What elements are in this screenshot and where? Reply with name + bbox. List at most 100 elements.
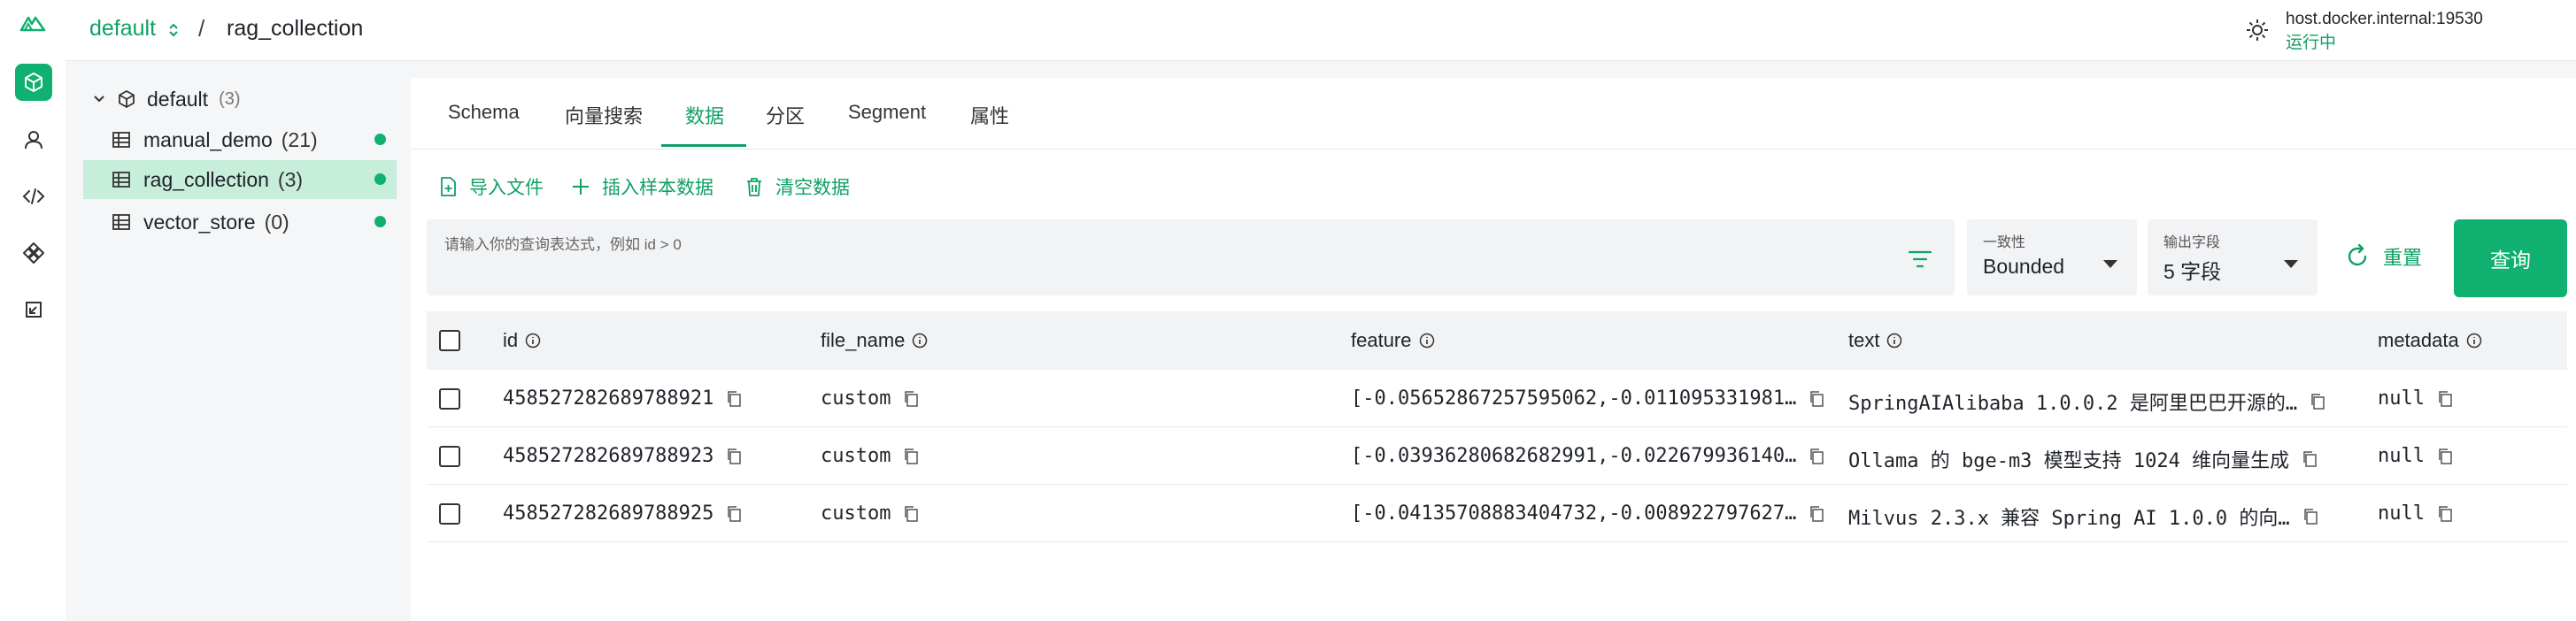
caret-down-icon xyxy=(2284,260,2298,268)
copy-icon[interactable] xyxy=(2437,390,2453,408)
column-title: metadata xyxy=(2378,329,2459,351)
consistency-value: Bounded xyxy=(1983,255,2065,278)
tree-item-label: manual_demo xyxy=(143,127,273,151)
cell-value: 458527282689788921 xyxy=(503,387,714,410)
tree-item-label: rag_collection xyxy=(143,167,269,191)
tab-data[interactable]: 数据 xyxy=(685,101,724,129)
output-fields-label: 输出字段 xyxy=(2163,235,2221,250)
nav-users[interactable] xyxy=(15,121,52,158)
column-title: text xyxy=(1848,329,1880,351)
loaded-status-dot xyxy=(374,134,386,145)
cell-text: Milvus 2.3.x 兼容 Spring AI 1.0.0 的向… xyxy=(1848,502,2318,531)
column-header-text[interactable]: text xyxy=(1848,329,1902,352)
column-header-feature[interactable]: feature xyxy=(1351,329,1435,352)
table-row[interactable]: 458527282689788921 custom [-0.0565286725… xyxy=(427,370,2567,427)
table-row[interactable]: 458527282689788923 custom [-0.0393628068… xyxy=(427,427,2567,485)
tree-root-label: default xyxy=(147,87,209,111)
chevron-down-icon[interactable] xyxy=(92,92,106,106)
copy-icon[interactable] xyxy=(903,505,919,523)
theme-toggle-icon[interactable] xyxy=(2245,18,2270,42)
copy-icon[interactable] xyxy=(2310,393,2325,410)
tree-item-manual-demo[interactable]: manual_demo (21) xyxy=(83,120,397,159)
copy-icon[interactable] xyxy=(903,390,919,408)
cell-text: Ollama 的 bge-m3 模型支持 1024 维向量生成 xyxy=(1848,445,2318,473)
cell-value: SpringAIAlibaba 1.0.0.2 是阿里巴巴开源的… xyxy=(1848,393,2298,415)
copy-icon[interactable] xyxy=(1809,505,1824,523)
table-icon xyxy=(112,172,130,188)
tab-schema[interactable]: Schema xyxy=(448,101,520,124)
cell-metadata: null xyxy=(2378,502,2453,525)
copy-icon[interactable] xyxy=(726,505,742,523)
copy-icon[interactable] xyxy=(2302,508,2318,525)
column-header-metadata[interactable]: metadata xyxy=(2378,329,2482,352)
copy-icon[interactable] xyxy=(2302,450,2318,468)
connection-status: 运行中 xyxy=(2286,34,2337,52)
column-header-id[interactable]: id xyxy=(503,329,541,352)
tab-vector-search[interactable]: 向量搜索 xyxy=(565,101,643,129)
cell-metadata: null xyxy=(2378,445,2453,467)
cell-feature: [-0.05652867257595062,-0.011095331981… xyxy=(1351,387,1824,410)
row-checkbox[interactable] xyxy=(439,446,460,467)
column-header-file-name[interactable]: file_name xyxy=(821,329,928,352)
trash-icon xyxy=(747,178,761,196)
reset-button[interactable]: 重置 xyxy=(2344,242,2422,271)
tab-properties[interactable]: 属性 xyxy=(970,101,1009,129)
nav-collections[interactable] xyxy=(15,64,52,101)
insert-sample-label: 插入样本数据 xyxy=(602,178,713,198)
copy-icon[interactable] xyxy=(726,448,742,465)
refresh-icon xyxy=(2348,243,2367,266)
nav-components[interactable] xyxy=(15,234,52,272)
code-icon xyxy=(22,188,45,204)
nav-import[interactable] xyxy=(15,291,52,328)
cell-value: custom xyxy=(821,445,891,467)
insert-sample-button[interactable]: 插入样本数据 xyxy=(570,173,713,200)
chevron-updown-icon[interactable] xyxy=(167,21,180,39)
cell-value: null xyxy=(2378,502,2425,525)
filter-icon[interactable] xyxy=(1907,248,1933,271)
top-bar: default / rag_collection host.docker.int… xyxy=(66,0,2576,61)
column-title: id xyxy=(503,329,519,351)
table-header: id file_name feature text metadata xyxy=(427,311,2567,370)
cell-value: [-0.03936280682682991,-0.022679936140… xyxy=(1351,445,1797,467)
query-button[interactable]: 查询 xyxy=(2454,219,2567,297)
column-title: feature xyxy=(1351,329,1412,351)
copy-icon[interactable] xyxy=(1809,448,1824,465)
copy-icon[interactable] xyxy=(2437,448,2453,465)
query-expression-input[interactable]: 请输入你的查询表达式，例如 id > 0 xyxy=(427,219,1955,295)
row-checkbox[interactable] xyxy=(439,503,460,525)
cell-value: null xyxy=(2378,445,2425,467)
components-icon xyxy=(23,242,44,264)
tab-partitions[interactable]: 分区 xyxy=(766,101,805,129)
import-file-button[interactable]: 导入文件 xyxy=(437,173,544,200)
loaded-status-dot xyxy=(374,216,386,227)
plus-icon xyxy=(573,179,589,195)
cell-value: 458527282689788925 xyxy=(503,502,714,525)
nav-code[interactable] xyxy=(15,178,52,215)
consistency-select[interactable]: 一致性 Bounded xyxy=(1967,219,2137,295)
database-selector[interactable]: default xyxy=(89,16,156,42)
info-icon xyxy=(1419,333,1434,349)
breadcrumb-collection: rag_collection xyxy=(227,16,364,41)
copy-icon[interactable] xyxy=(2437,505,2453,523)
cell-file-name: custom xyxy=(821,445,919,467)
select-all-checkbox[interactable] xyxy=(439,330,460,351)
tree-item-vector-store[interactable]: vector_store (0) xyxy=(83,203,397,242)
info-icon xyxy=(2466,333,2481,349)
tree-item-count: (21) xyxy=(281,127,318,151)
table-row[interactable]: 458527282689788925 custom [-0.0413570888… xyxy=(427,485,2567,542)
output-fields-value: 5 字段 xyxy=(2163,260,2222,283)
cell-feature: [-0.04135708883404732,-0.008922797627… xyxy=(1351,502,1824,525)
tree-root-database[interactable]: default (3) xyxy=(92,86,241,112)
tab-segment[interactable]: Segment xyxy=(848,101,926,124)
tree-item-rag-collection[interactable]: rag_collection (3) xyxy=(83,160,397,199)
row-checkbox[interactable] xyxy=(439,388,460,410)
icon-rail xyxy=(0,0,66,621)
clear-data-button[interactable]: 清空数据 xyxy=(744,173,850,200)
cell-value: [-0.05652867257595062,-0.011095331981… xyxy=(1351,387,1797,410)
copy-icon[interactable] xyxy=(1809,390,1824,408)
copy-icon[interactable] xyxy=(726,390,742,408)
copy-icon[interactable] xyxy=(903,448,919,465)
cell-text: SpringAIAlibaba 1.0.0.2 是阿里巴巴开源的… xyxy=(1848,387,2325,416)
tree-item-count: (0) xyxy=(264,210,289,234)
output-fields-select[interactable]: 输出字段 5 字段 xyxy=(2148,219,2318,295)
